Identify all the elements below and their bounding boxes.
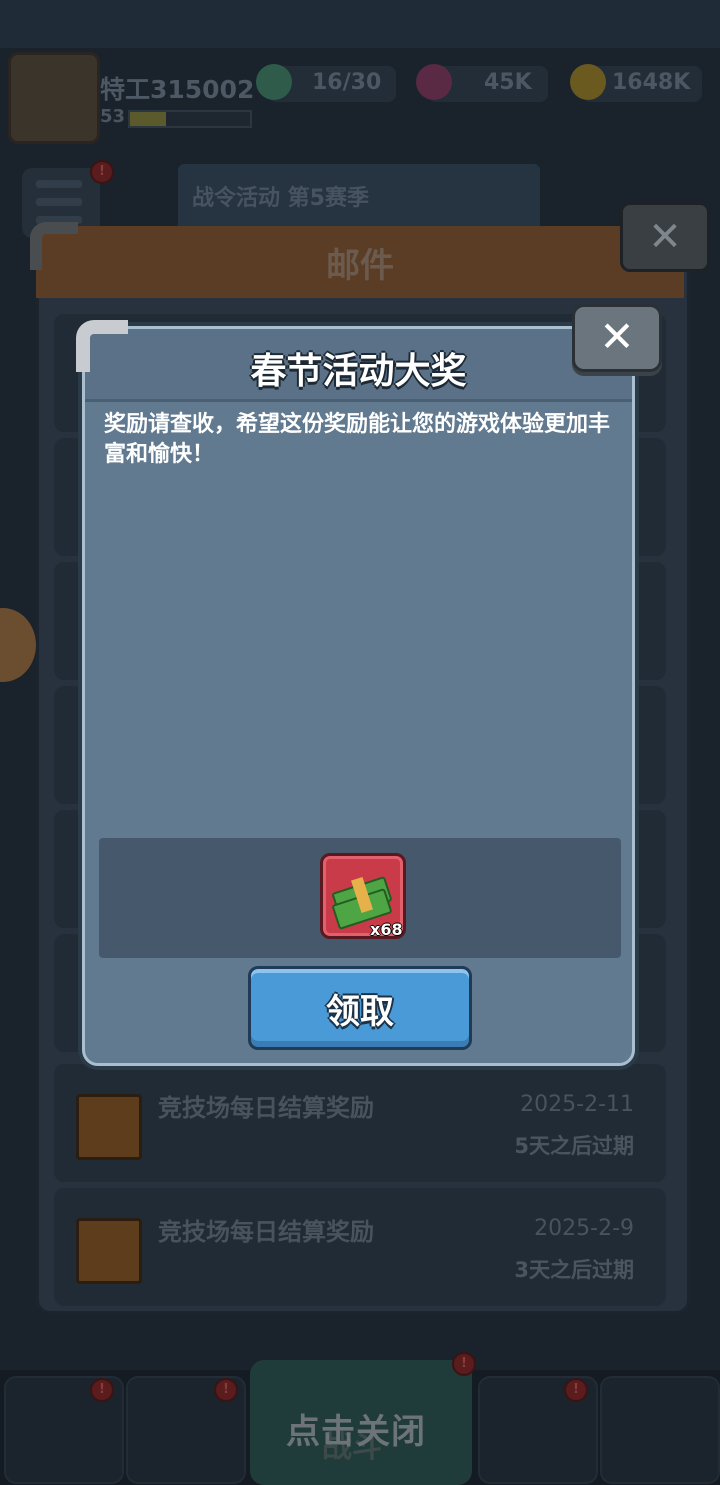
status-bar [0,0,720,48]
player-level: 53 [100,106,126,127]
reward-quantity: x68 [370,920,403,939]
reward-message: 奖励请查收，希望这份奖励能让您的游戏体验更加丰富和愉快！ [104,412,611,467]
energy-value: 16/30 [312,70,382,95]
menu-icon-line [36,180,82,188]
season-banner-text: 战令活动 第5赛季 [192,186,369,211]
gold-coin-icon [570,64,606,100]
mail-item-title: 竞技场每日结算奖励 [158,1218,374,1246]
mail-item-title: 竞技场每日结算奖励 [158,1094,374,1122]
gem-value: 45K [484,70,532,95]
mail-item-expiry: 3天之后过期 [514,1258,634,1282]
player-avatar [8,52,100,144]
dialog-close-button[interactable]: ✕ [572,304,662,372]
notification-badge: ! [452,1352,476,1376]
claim-button-label: 领取 [326,992,394,1032]
gem-icon [416,64,452,100]
mail-item-expiry: 5天之后过期 [514,1134,634,1158]
gold-value: 1648K [612,70,691,95]
mail-list-item[interactable] [54,1064,666,1182]
notification-badge: ! [214,1378,238,1402]
mail-list-item[interactable] [54,1188,666,1306]
notification-badge: ! [90,160,114,184]
player-name: 特工315002 [100,75,255,104]
mail-chest-icon [76,1094,142,1160]
energy-potion-icon [256,64,292,100]
tap-to-close-hint[interactable]: 点击关闭 [286,1404,426,1453]
mail-close-button[interactable]: ✕ [620,202,710,272]
mail-chest-icon [76,1218,142,1284]
mail-item-date: 2025-2-9 [534,1216,634,1241]
menu-icon-line [36,198,82,206]
nav-tab-evolution[interactable] [600,1376,720,1484]
xp-bar-fill [130,112,166,126]
mail-item-date: 2025-2-11 [520,1092,634,1117]
reward-dialog-title: 春节活动大奖 [250,351,467,392]
notification-badge: ! [90,1378,114,1402]
notification-badge: ! [564,1378,588,1402]
mail-title: 邮件 [326,246,394,286]
